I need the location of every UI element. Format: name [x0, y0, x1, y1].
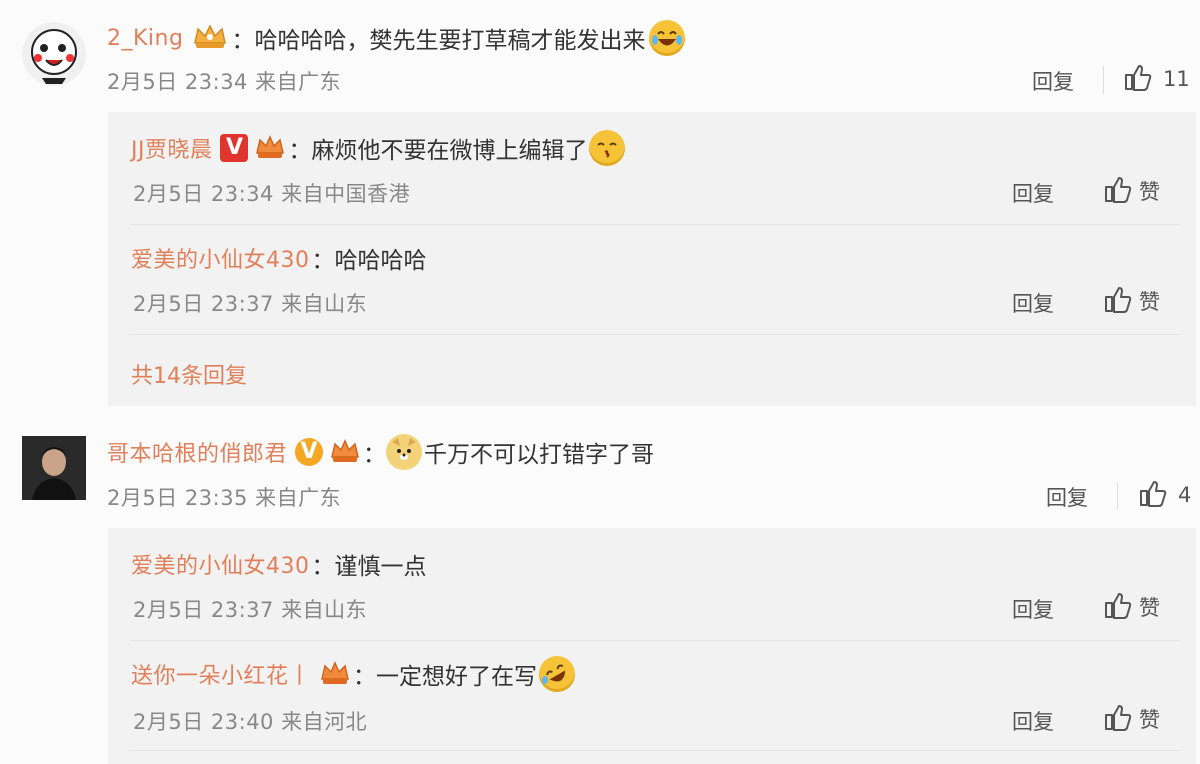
- reply-username[interactable]: JJ贾晓晨: [131, 132, 212, 164]
- thumbs-up-icon: [1103, 174, 1133, 208]
- reply-timestamp: 2月5日 23:34 来自中国香港: [133, 182, 411, 206]
- reply-divider: [130, 640, 1180, 641]
- avatar[interactable]: [22, 436, 86, 500]
- thumbs-up-icon: [1138, 478, 1168, 512]
- reply-button[interactable]: 回复: [1032, 66, 1074, 96]
- like-button[interactable]: 赞: [1103, 702, 1160, 736]
- like-label: 赞: [1139, 596, 1160, 620]
- reply-text: ：谨慎一点: [311, 554, 427, 580]
- thumbs-up-icon: [1103, 702, 1133, 736]
- action-divider: [1103, 66, 1104, 94]
- laughing-tears-emoji-icon: [649, 20, 686, 56]
- crown-badge-icon: [329, 435, 361, 469]
- reply-timestamp: 2月5日 23:37 来自山东: [133, 598, 368, 622]
- thumbs-up-icon: [1103, 284, 1133, 318]
- doge-emoji-icon: [386, 434, 423, 470]
- comment-timestamp: 2月5日 23:35 来自广东: [107, 486, 342, 510]
- reply-button[interactable]: 回复: [1012, 706, 1054, 736]
- like-label: 赞: [1139, 180, 1160, 204]
- verified-v-icon: V: [295, 438, 324, 466]
- like-button[interactable]: 4: [1138, 478, 1191, 512]
- reply-button[interactable]: 回复: [1012, 178, 1054, 208]
- avatar[interactable]: [22, 22, 86, 86]
- like-count: 11: [1163, 67, 1190, 91]
- verified-v-icon: V: [220, 134, 249, 162]
- like-button[interactable]: 赞: [1103, 284, 1160, 318]
- crown-badge-icon: [254, 131, 286, 165]
- comment-text: ：哈哈哈哈，樊先生要打草稿才能发出来: [231, 28, 646, 54]
- reply-timestamp: 2月5日 23:40 来自河北: [133, 710, 368, 734]
- like-button[interactable]: 赞: [1103, 174, 1160, 208]
- crown-badge-icon: [319, 657, 351, 691]
- like-label: 赞: [1139, 290, 1160, 314]
- reply-button[interactable]: 回复: [1046, 482, 1088, 512]
- thumbs-up-icon: [1123, 62, 1153, 96]
- rolling-laugh-emoji-icon: [539, 656, 576, 692]
- reply-timestamp: 2月5日 23:37 来自山东: [133, 292, 368, 316]
- reply-divider: [130, 334, 1180, 335]
- reply-divider: [130, 750, 1180, 751]
- reply-text: ：麻烦他不要在微博上编辑了: [288, 138, 588, 164]
- more-replies-link[interactable]: 共14条回复: [131, 358, 247, 390]
- like-label: 赞: [1139, 708, 1160, 732]
- thumbs-up-icon: [1103, 590, 1133, 624]
- reply-text: ：哈哈哈哈: [311, 248, 427, 274]
- reply-button[interactable]: 回复: [1012, 288, 1054, 318]
- comment-username[interactable]: 哥本哈根的俏郎君: [107, 436, 287, 468]
- reply-username[interactable]: 送你一朵小红花丨: [131, 658, 311, 690]
- like-button[interactable]: 11: [1123, 62, 1190, 96]
- comment-timestamp: 2月5日 23:34 来自广东: [107, 70, 342, 94]
- comment-username[interactable]: 2_King: [107, 26, 183, 51]
- reply-username[interactable]: 爱美的小仙女430: [131, 242, 310, 274]
- like-button[interactable]: 赞: [1103, 590, 1160, 624]
- reply-button[interactable]: 回复: [1012, 594, 1054, 624]
- reply-divider: [130, 224, 1180, 225]
- reply-text: ：一定想好了在写: [353, 664, 538, 690]
- action-divider: [1117, 482, 1118, 510]
- comment-colon: ：: [363, 442, 387, 468]
- comment-text: 千万不可以打错字了哥: [424, 442, 655, 468]
- reply-username[interactable]: 爱美的小仙女430: [131, 548, 310, 580]
- kiss-emoji-icon: [589, 130, 626, 166]
- like-count: 4: [1178, 483, 1192, 507]
- crown-badge-icon: [191, 21, 229, 55]
